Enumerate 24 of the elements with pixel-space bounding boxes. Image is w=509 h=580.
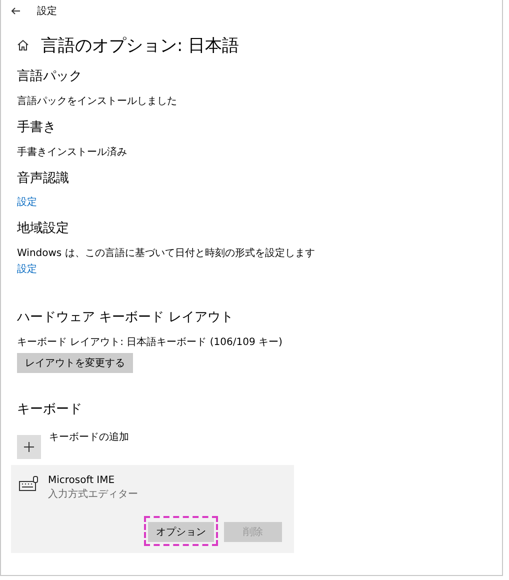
window-title: 設定 — [37, 4, 57, 18]
section-heading: 言語パック — [17, 68, 82, 86]
keyboard-description: 入力方式エディター — [48, 488, 138, 502]
section-text: キーボード レイアウト: 日本語キーボード (106/109 キー) — [17, 336, 282, 350]
section-heading: キーボード — [17, 401, 83, 419]
section-heading: 手書き — [17, 119, 56, 137]
section-text: Windows は、この言語に基づいて日付と時刻の形式を設定します — [17, 247, 315, 261]
settings-link[interactable]: 設定 — [17, 263, 37, 277]
keyboard-icon — [19, 476, 39, 492]
add-keyboard-button[interactable] — [17, 435, 41, 459]
page-title: 言語のオプション: 日本語 — [41, 34, 240, 56]
keyboard-name: Microsoft IME — [48, 474, 116, 488]
settings-link[interactable]: 設定 — [17, 196, 37, 210]
section-heading: 地域設定 — [17, 220, 69, 238]
change-layout-button[interactable]: レイアウトを変更する — [17, 353, 133, 373]
section-text: 言語パックをインストールしました — [17, 95, 177, 109]
section-heading: 音声認識 — [17, 170, 69, 188]
section-text: 手書きインストール済み — [17, 146, 127, 160]
add-keyboard-label[interactable]: キーボードの追加 — [49, 431, 129, 445]
back-icon[interactable] — [11, 7, 21, 15]
home-icon[interactable] — [17, 39, 29, 51]
keyboard-action-button[interactable]: オプション — [148, 522, 214, 542]
plus-icon — [24, 442, 34, 452]
section-heading: ハードウェア キーボード レイアウト — [17, 309, 234, 327]
